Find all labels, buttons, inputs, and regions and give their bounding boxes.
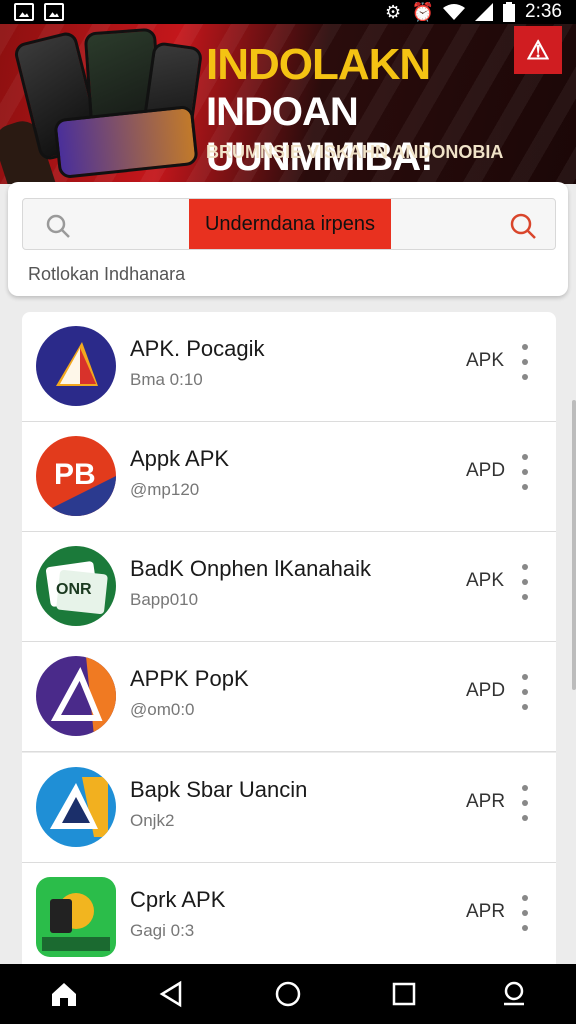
- game-green-icon: [36, 877, 116, 957]
- scrollbar[interactable]: [572, 400, 576, 690]
- more-options-icon[interactable]: [518, 564, 532, 600]
- more-options-icon[interactable]: [518, 785, 532, 821]
- apk-purple-icon: [36, 656, 116, 736]
- app-type-label: APD: [466, 680, 506, 701]
- gallery-notification-icon: [14, 3, 34, 21]
- home-icon[interactable]: [48, 978, 80, 1010]
- app-name: APPK PopK: [130, 666, 249, 691]
- navigation-bar: [0, 964, 576, 1024]
- app-name: Appk APK: [130, 446, 230, 471]
- list-item[interactable]: APK. Pocagik Bma 0:10 APK: [22, 312, 556, 422]
- apk-red-blue-icon: PB: [36, 436, 116, 516]
- search-input[interactable]: Underndana irpens: [22, 198, 556, 250]
- search-submit-icon[interactable]: [509, 212, 537, 240]
- banner-headline: INDOAN UUNMMIBA!: [206, 90, 434, 179]
- search-icon[interactable]: [45, 213, 71, 239]
- banner-title: INDOLAKN: [206, 40, 431, 89]
- app-type-label: APK: [466, 570, 505, 591]
- wifi-icon: [443, 4, 466, 20]
- apk-triangle-icon: [36, 326, 116, 406]
- list-item[interactable]: PB Appk APK @mp120 APD: [22, 422, 556, 532]
- app-name: Bapk Sbar Uancin: [130, 777, 308, 802]
- list-item[interactable]: APPK PopK @om0:0 APD: [22, 642, 556, 752]
- more-options-icon[interactable]: [518, 895, 532, 931]
- circle-home-icon[interactable]: [272, 978, 304, 1010]
- app-meta: @mp120: [130, 480, 200, 499]
- search-card: Underndana irpens Rotlokan Indhanara: [8, 182, 568, 296]
- app-meta: Onjk2: [130, 811, 175, 830]
- list-item[interactable]: Bapk Sbar Uancin Onjk2 APR: [22, 753, 556, 863]
- alarm-icon: ⏰: [411, 2, 435, 22]
- app-list: APK. Pocagik Bma 0:10 APK PB Appk APK @m…: [22, 312, 556, 973]
- app-name: APK. Pocagik: [130, 336, 265, 361]
- more-options-icon[interactable]: [518, 344, 532, 380]
- back-icon[interactable]: [156, 978, 188, 1010]
- app-meta: Gagi 0:3: [130, 921, 195, 940]
- more-options-icon[interactable]: [518, 454, 532, 490]
- search-query-chip[interactable]: Underndana irpens: [189, 199, 391, 249]
- status-bar: ⚙ ⏰ 2:36: [0, 0, 576, 24]
- recents-icon[interactable]: [388, 978, 420, 1010]
- banner-subtitle: BRUMNSIE VISKAHN ANDONOBIA: [206, 142, 504, 162]
- apk-blue-icon: [36, 767, 116, 847]
- app-name: BadK Onphen lKanahaik: [130, 556, 371, 581]
- settings-icon: ⚙: [384, 2, 402, 22]
- svg-text:ONR: ONR: [56, 581, 92, 598]
- list-item[interactable]: ONR BadK Onphen lKanahaik Bapp010 APK: [22, 532, 556, 642]
- card-green-icon: ONR: [36, 546, 116, 626]
- app-type-label: APK: [466, 350, 505, 371]
- status-time: 2:36: [525, 1, 562, 22]
- app-type-label: APR: [466, 901, 506, 922]
- search-hint-text: Rotlokan Indhanara: [28, 264, 186, 284]
- battery-icon: [503, 2, 516, 22]
- app-meta: @om0:0: [130, 700, 195, 719]
- assistant-icon[interactable]: [498, 978, 530, 1010]
- app-type-label: APR: [466, 791, 506, 812]
- app-type-label: APD: [466, 460, 506, 481]
- more-options-icon[interactable]: [518, 674, 532, 710]
- app-meta: Bma 0:10: [130, 370, 203, 389]
- app-name: Cprk APK: [130, 887, 226, 912]
- svg-text:PB: PB: [54, 458, 96, 491]
- app-meta: Bapp010: [130, 590, 199, 609]
- brand-logo-icon: ⚠: [514, 26, 562, 74]
- list-item[interactable]: Cprk APK Gagi 0:3 APR: [22, 863, 556, 973]
- promo-banner[interactable]: INDOLAKN INDOAN UUNMMIBA! BRUMNSIE VISKA…: [0, 24, 576, 184]
- image-notification-icon: [44, 3, 64, 21]
- signal-icon: [475, 3, 494, 21]
